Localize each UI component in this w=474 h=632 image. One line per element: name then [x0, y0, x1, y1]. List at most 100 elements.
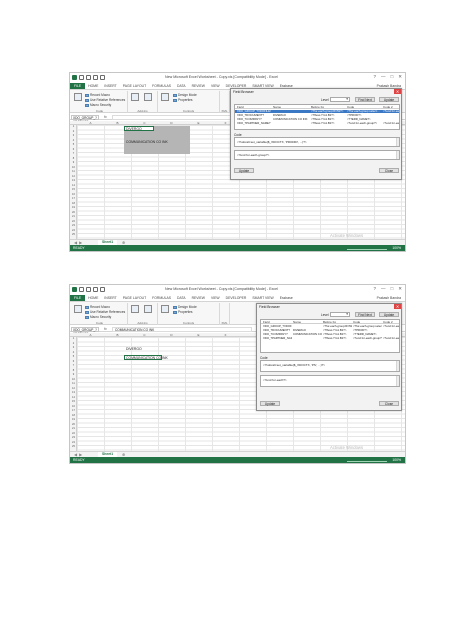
row-header[interactable]: 7 [70, 152, 77, 155]
name-box[interactable]: XDO_GROUP_?XDOFILE? [71, 326, 99, 336]
macro-security-button[interactable]: Macro Security [85, 315, 111, 319]
column-header[interactable]: Code 2 [383, 105, 393, 109]
design-mode-button[interactable]: Design Mode [173, 93, 197, 97]
row-header[interactable]: 14 [70, 396, 77, 399]
row-header[interactable]: 4 [70, 351, 77, 354]
row-header[interactable]: 15 [70, 400, 77, 403]
update-button[interactable]: Update [379, 312, 399, 317]
row-header[interactable]: 10 [70, 378, 77, 381]
cell-c6[interactable]: COMMUNICATION CO INK [126, 356, 168, 360]
row-header[interactable]: 17 [70, 409, 77, 412]
column-header[interactable]: B [104, 333, 131, 337]
close-dialog-button[interactable]: Close [379, 401, 399, 406]
row-header[interactable]: 3 [70, 134, 77, 137]
row-header[interactable]: 13 [70, 391, 77, 394]
column-header[interactable]: Code [353, 320, 360, 324]
cell-c5[interactable]: COMMUNICATION CO INK [126, 140, 168, 144]
update-button-bottom[interactable]: Update [260, 401, 280, 406]
table-row[interactable]: XDO_?PARTNER_NAME? <?fbow-?:G1.B1?> <?en… [261, 337, 399, 341]
minimize-button[interactable]: — [381, 74, 386, 80]
row-header[interactable]: 24 [70, 441, 77, 444]
row-header[interactable]: 5 [70, 143, 77, 146]
help-button[interactable]: ? [373, 286, 376, 292]
close-dialog-button[interactable]: Close [379, 168, 399, 173]
row-header[interactable]: 22 [70, 432, 77, 435]
tab-developer[interactable]: DEVELOPER [223, 296, 250, 300]
row-header[interactable]: 3 [70, 346, 77, 349]
add-ins-icon[interactable] [131, 93, 139, 101]
row-header[interactable]: 2 [70, 342, 77, 345]
column-header[interactable]: Name [293, 320, 301, 324]
row-header[interactable]: 6 [70, 148, 77, 151]
record-macro-button[interactable]: Record Macro [85, 93, 110, 97]
column-header[interactable]: Field [237, 105, 244, 109]
row-header[interactable]: 25 [70, 445, 77, 448]
cell-c2[interactable]: DIVERGO [126, 127, 142, 131]
tab-smart-view[interactable]: SMART VIEW [249, 296, 276, 300]
column-header[interactable]: Field [263, 320, 270, 324]
tab-page-layout[interactable]: PAGE LAYOUT [120, 296, 149, 300]
dialog-close-button[interactable]: ✕ [394, 304, 401, 309]
com-add-ins-icon[interactable] [144, 93, 152, 101]
undo-icon[interactable] [79, 287, 84, 292]
row-header[interactable]: 19 [70, 206, 77, 209]
macro-security-button[interactable]: Macro Security [85, 103, 111, 107]
column-header[interactable]: Code 2 [383, 320, 393, 324]
row-header[interactable]: 11 [70, 170, 77, 173]
column-header[interactable]: E [185, 121, 212, 125]
table-row[interactable]: XDO_?PARTNER_NAME? <?fbow-?:G1.B1?> <?en… [235, 122, 399, 126]
column-header[interactable]: B [104, 121, 131, 125]
row-header[interactable]: 18 [70, 202, 77, 205]
row-header[interactable]: 6 [70, 360, 77, 363]
zoom-slider[interactable] [347, 248, 387, 250]
insert-control-icon[interactable] [161, 305, 169, 313]
scrollbar[interactable] [396, 138, 399, 146]
user-name[interactable]: Prakash Bandra [377, 296, 401, 300]
row-header[interactable]: 1 [70, 337, 77, 340]
row-header[interactable]: 20 [70, 423, 77, 426]
row-header[interactable]: 21 [70, 215, 77, 218]
tab-view[interactable]: VIEW [208, 296, 223, 300]
code-textbox-2[interactable]: <?end for-each?> [260, 375, 400, 387]
fx-icon[interactable]: fx [104, 327, 107, 331]
zoom-level[interactable]: 100% [392, 458, 401, 462]
row-header[interactable]: 16 [70, 405, 77, 408]
cell-c4[interactable]: DIVERGO [126, 347, 142, 351]
properties-button[interactable]: Properties [173, 98, 193, 102]
scrollbar[interactable] [396, 151, 399, 159]
tab-formulas[interactable]: FORMULAS [149, 296, 174, 300]
tab-insert[interactable]: INSERT [101, 84, 119, 88]
row-header[interactable]: 23 [70, 224, 77, 227]
row-header[interactable]: 8 [70, 369, 77, 372]
code-textbox-2[interactable]: <?end for-each-group?> [234, 150, 400, 160]
level-select[interactable] [330, 312, 350, 317]
formula-input[interactable]: COMMUNICATION CO INK [112, 326, 252, 332]
row-header[interactable]: 12 [70, 175, 77, 178]
row-header[interactable]: 14 [70, 184, 77, 187]
row-header[interactable]: 16 [70, 193, 77, 196]
row-header[interactable]: 22 [70, 220, 77, 223]
tab-home[interactable]: HOME [85, 296, 101, 300]
row-header[interactable]: 15 [70, 188, 77, 191]
row-header[interactable]: 9 [70, 161, 77, 164]
row-header[interactable]: 23 [70, 436, 77, 439]
code-textbox-1[interactable]: <?xdoxslt:set_variable($_XDOCTX, 'PS', .… [260, 360, 400, 372]
column-header[interactable]: E [185, 333, 212, 337]
help-button[interactable]: ? [373, 74, 376, 80]
row-header[interactable]: 17 [70, 197, 77, 200]
column-header[interactable]: Code [347, 105, 354, 109]
column-header[interactable]: C [131, 333, 158, 337]
column-header[interactable]: Before Fo [323, 320, 336, 324]
save-icon[interactable] [72, 287, 77, 292]
column-header[interactable]: Before Fo [311, 105, 324, 109]
close-button[interactable]: ✕ [398, 74, 402, 80]
row-header[interactable]: 21 [70, 427, 77, 430]
row-header[interactable]: 9 [70, 373, 77, 376]
column-header[interactable]: D [158, 333, 185, 337]
tab-home[interactable]: HOME [85, 84, 101, 88]
close-button[interactable]: ✕ [398, 286, 402, 292]
redo-icon[interactable] [86, 75, 91, 80]
row-header[interactable]: 19 [70, 418, 77, 421]
properties-button[interactable]: Properties [173, 310, 193, 314]
minimize-button[interactable]: — [381, 286, 386, 292]
